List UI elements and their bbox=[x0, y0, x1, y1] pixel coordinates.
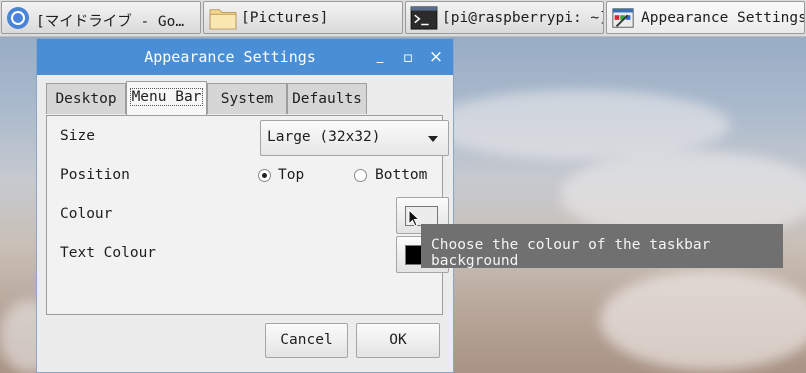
position-top-label[interactable]: Top bbox=[278, 167, 304, 183]
window-title: Appearance Settings bbox=[144, 48, 316, 66]
taskbar-item-pictures[interactable]: [Pictures] bbox=[203, 1, 403, 34]
tab-menu-bar[interactable]: Menu Bar bbox=[126, 81, 207, 115]
size-label: Size bbox=[60, 128, 95, 144]
appearance-settings-icon bbox=[612, 8, 634, 28]
window-titlebar[interactable]: Appearance Settings _ ▫ × bbox=[37, 39, 453, 75]
maximize-button[interactable]: ▫ bbox=[399, 48, 417, 66]
wallpaper-cloud bbox=[600, 270, 806, 370]
tab-label: Desktop bbox=[55, 91, 117, 107]
chevron-down-icon bbox=[428, 136, 438, 142]
text-colour-label: Text Colour bbox=[60, 245, 157, 261]
chromium-icon bbox=[7, 7, 29, 29]
menu-bar-panel: Size Large (32x32) Position Top Bottom C… bbox=[46, 115, 449, 315]
tab-defaults[interactable]: Defaults bbox=[287, 83, 367, 114]
tab-label: System bbox=[220, 91, 274, 107]
taskbar-item-browser[interactable]: [マイドライブ - Go… bbox=[1, 1, 201, 34]
position-bottom-label[interactable]: Bottom bbox=[375, 167, 427, 183]
appearance-settings-window: Appearance Settings _ ▫ × Desktop Menu B… bbox=[36, 38, 454, 373]
tab-label: Defaults bbox=[292, 91, 362, 107]
minimize-button[interactable]: _ bbox=[371, 48, 389, 66]
colour-label: Colour bbox=[60, 206, 113, 222]
folder-icon bbox=[209, 9, 237, 30]
taskbar-item-label: [マイドライブ - Go… bbox=[36, 14, 185, 30]
position-bottom-radio[interactable] bbox=[354, 169, 367, 182]
taskbar-item-appearance-settings[interactable]: Appearance Settings bbox=[606, 1, 805, 34]
mouse-cursor-icon bbox=[408, 209, 420, 227]
close-button[interactable]: × bbox=[427, 48, 445, 66]
ok-button[interactable]: OK bbox=[356, 323, 440, 358]
taskbar-item-label: [Pictures] bbox=[241, 10, 329, 26]
tab-desktop[interactable]: Desktop bbox=[46, 83, 126, 114]
taskbar-item-label: Appearance Settings bbox=[641, 10, 805, 26]
size-dropdown-value: Large (32x32) bbox=[267, 129, 381, 145]
tooltip: Choose the colour of the taskbar backgro… bbox=[421, 224, 783, 269]
taskbar-item-label: [pi@raspberrypi: ~] bbox=[442, 10, 604, 26]
taskbar: [マイドライブ - Go… [Pictures] [pi@raspberrypi… bbox=[0, 0, 806, 37]
tab-label: Menu Bar bbox=[129, 88, 204, 106]
terminal-icon bbox=[410, 6, 438, 30]
size-dropdown[interactable]: Large (32x32) bbox=[260, 120, 449, 156]
taskbar-item-terminal[interactable]: [pi@raspberrypi: ~] bbox=[405, 1, 604, 34]
position-label: Position bbox=[60, 167, 130, 183]
cancel-button[interactable]: Cancel bbox=[265, 323, 348, 358]
position-top-radio[interactable] bbox=[258, 169, 271, 182]
tab-system[interactable]: System bbox=[207, 83, 287, 114]
